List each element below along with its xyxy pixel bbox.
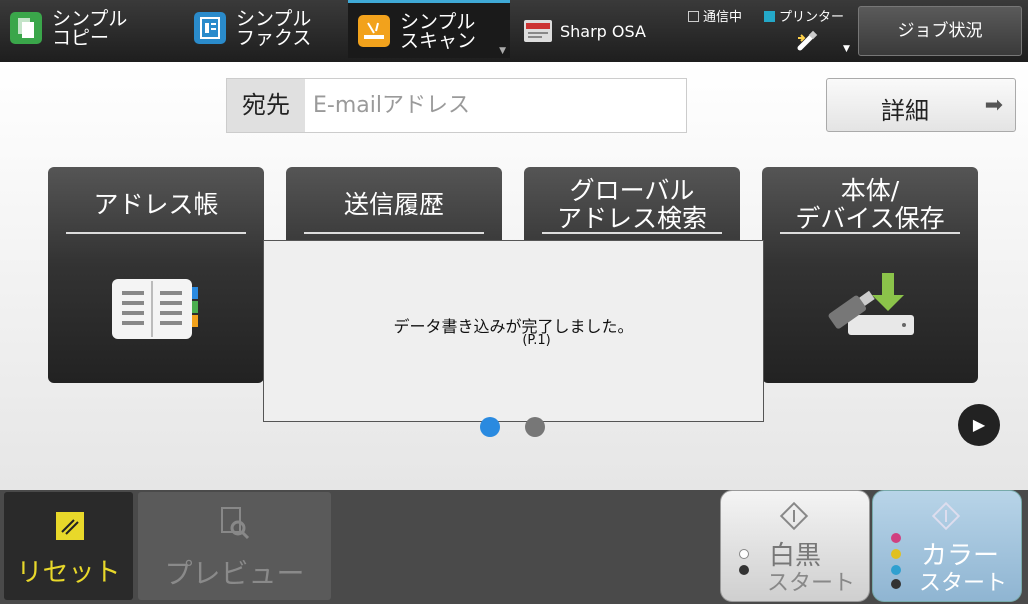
preview-label: プレビュー <box>164 557 305 590</box>
tab-label: スキャン <box>400 30 477 52</box>
communication-status: 通信中 <box>688 6 742 25</box>
magenta-dot-icon <box>891 533 901 543</box>
top-bar: シンプル コピー シンプル ファクス シンプル スキャン ▼ Sharp OSA 通信… <box>0 0 1028 62</box>
reset-label: リセット <box>16 558 121 588</box>
status-label: 通信中 <box>703 10 743 25</box>
mono-start-sublabel: スタート <box>767 571 856 596</box>
preview-button[interactable]: プレビュー <box>138 492 331 600</box>
device-save-card[interactable]: 本体/ デバイス保存 <box>762 167 978 383</box>
card-title: グローバル アドレス検索 <box>542 176 722 234</box>
detail-button-label: 詳細 <box>881 97 929 125</box>
play-icon: ▶ <box>972 415 986 434</box>
page-indicator[interactable] <box>525 417 545 437</box>
black-dot-icon <box>739 565 749 575</box>
address-book-card[interactable]: アドレス帳 <box>48 167 264 383</box>
address-book-icon <box>110 277 202 341</box>
chevron-down-icon[interactable]: ▼ <box>843 44 850 54</box>
status-indicator <box>764 11 775 22</box>
reset-icon <box>56 512 84 540</box>
job-status-button[interactable]: ジョブ状況 <box>858 6 1022 56</box>
color-start-button[interactable]: カラー スタート <box>872 490 1022 602</box>
dialog-page-number: (P.1) <box>522 333 551 348</box>
tab-label: ファクス <box>236 27 312 49</box>
tab-simple-scan[interactable]: シンプル スキャン ▼ <box>348 0 510 58</box>
email-address-input[interactable] <box>313 79 683 132</box>
card-title: 送信履歴 <box>304 177 484 234</box>
destination-label: 宛先 <box>227 79 305 132</box>
cyan-dot-icon <box>891 565 901 575</box>
destination-field[interactable]: 宛先 <box>226 78 687 133</box>
arrow-right-icon: ➡ <box>984 93 1003 118</box>
next-page-button[interactable]: ▶ <box>958 404 1000 446</box>
card-title: アドレス帳 <box>66 177 246 234</box>
status-label: プリンター <box>779 10 845 25</box>
yellow-dot-icon <box>891 549 901 559</box>
tab-simple-copy[interactable]: シンプル コピー <box>0 0 180 58</box>
card-title: 本体/ デバイス保存 <box>780 176 960 234</box>
page-indicator-active[interactable] <box>480 417 500 437</box>
osa-icon <box>524 20 552 42</box>
fax-icon <box>194 12 226 44</box>
copy-icon <box>10 12 42 44</box>
tab-label: コピー <box>52 27 110 49</box>
chevron-down-icon: ▼ <box>499 46 506 56</box>
mono-start-button[interactable]: 白黒 スタート <box>720 490 870 602</box>
start-icon <box>779 501 809 531</box>
white-dot-icon <box>739 549 749 559</box>
color-start-sublabel: スタート <box>919 571 1008 596</box>
tab-sharp-osa[interactable]: Sharp OSA <box>514 0 664 58</box>
completion-dialog: データ書き込みが完了しました。 (P.1) <box>263 240 764 422</box>
main-area: 宛先 詳細 ➡ アドレス帳 送信履歴 グローバル アドレス検索 本体/ デバイス… <box>0 62 1028 490</box>
status-indicator <box>688 11 699 22</box>
detail-button[interactable]: 詳細 ➡ <box>826 78 1016 132</box>
usb-icon[interactable] <box>796 30 818 52</box>
usb-save-icon <box>820 269 920 341</box>
tab-label: Sharp OSA <box>560 22 646 41</box>
scan-icon <box>358 15 390 47</box>
printer-status: プリンター <box>764 6 844 25</box>
black-dot-icon <box>891 579 901 589</box>
tab-simple-fax[interactable]: シンプル ファクス <box>184 0 344 58</box>
reset-button[interactable]: リセット <box>4 492 133 600</box>
start-icon <box>931 501 961 531</box>
bottom-bar: リセット プレビュー 白黒 スタート カラー スタート <box>0 490 1028 604</box>
preview-icon <box>218 506 252 540</box>
